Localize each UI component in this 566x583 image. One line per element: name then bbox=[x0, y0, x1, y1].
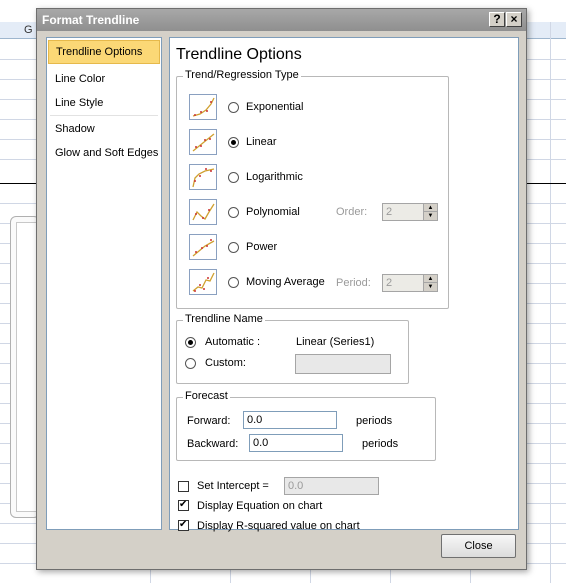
custom-name-input[interactable] bbox=[295, 354, 391, 374]
close-button[interactable]: Close bbox=[441, 534, 516, 558]
logarithmic-label[interactable]: Logarithmic bbox=[246, 171, 303, 183]
options-pane: Trendline Options Trend/Regression Type … bbox=[169, 37, 519, 532]
backward-unit: periods bbox=[362, 438, 399, 450]
polynomial-radio[interactable] bbox=[228, 207, 239, 218]
period-spinner[interactable]: 2 ▲ ▼ bbox=[382, 274, 438, 292]
polynomial-label[interactable]: Polynomial bbox=[246, 206, 300, 218]
exponential-radio[interactable] bbox=[228, 102, 239, 113]
moving-average-trend-icon bbox=[189, 269, 217, 295]
display-rsquared-label[interactable]: Display R-squared value on chart bbox=[197, 520, 360, 532]
polynomial-trend-icon bbox=[189, 199, 217, 225]
power-trend-icon bbox=[189, 234, 217, 260]
moving-average-radio[interactable] bbox=[228, 277, 239, 288]
forecast-legend: Forecast bbox=[183, 390, 230, 402]
automatic-name-radio[interactable] bbox=[185, 337, 196, 348]
dialog-titlebar[interactable]: Format Trendline ? × bbox=[37, 9, 526, 31]
order-label: Order: bbox=[336, 206, 368, 218]
logarithmic-radio[interactable] bbox=[228, 172, 239, 183]
forecast-group: Forecast Forward: 0.0 periods Backward: … bbox=[176, 390, 436, 461]
period-up-icon[interactable]: ▲ bbox=[424, 275, 437, 283]
display-equation-label[interactable]: Display Equation on chart bbox=[197, 500, 322, 512]
order-down-icon[interactable]: ▼ bbox=[424, 212, 437, 220]
nav-separator bbox=[50, 115, 158, 116]
linear-trend-icon bbox=[189, 129, 217, 155]
automatic-name-label[interactable]: Automatic : bbox=[205, 336, 260, 348]
display-rsquared-checkbox[interactable] bbox=[178, 519, 189, 531]
dialog-title: Format Trendline bbox=[42, 13, 140, 27]
format-trendline-dialog: Format Trendline ? × Trendline Options L… bbox=[36, 8, 527, 570]
nav-item-shadow[interactable]: Shadow bbox=[48, 118, 160, 142]
intercept-input[interactable]: 0.0 bbox=[284, 477, 379, 495]
exponential-trend-icon bbox=[189, 94, 217, 120]
trendline-name-legend: Trendline Name bbox=[183, 313, 265, 325]
exponential-label[interactable]: Exponential bbox=[246, 101, 304, 113]
order-value: 2 bbox=[386, 206, 393, 218]
forward-unit: periods bbox=[356, 415, 393, 427]
nav-item-line-color[interactable]: Line Color bbox=[48, 68, 160, 92]
trend-type-legend: Trend/Regression Type bbox=[183, 69, 301, 81]
close-x-button[interactable]: × bbox=[506, 12, 522, 27]
display-equation-checkbox[interactable] bbox=[178, 499, 189, 511]
forward-label: Forward: bbox=[187, 415, 231, 427]
power-radio[interactable] bbox=[228, 242, 239, 253]
nav-item-line-style[interactable]: Line Style bbox=[48, 92, 160, 116]
moving-average-label[interactable]: Moving Average bbox=[246, 276, 325, 288]
trendline-name-group: Trendline Name Automatic : Linear (Serie… bbox=[176, 313, 409, 384]
period-down-icon[interactable]: ▼ bbox=[424, 283, 437, 291]
help-button[interactable]: ? bbox=[489, 12, 505, 27]
set-intercept-checkbox[interactable] bbox=[178, 481, 189, 492]
set-intercept-label[interactable]: Set Intercept = bbox=[197, 480, 269, 492]
column-header-g[interactable]: G bbox=[24, 24, 33, 36]
nav-item-trendline-options[interactable]: Trendline Options bbox=[48, 40, 160, 64]
linear-label[interactable]: Linear bbox=[246, 136, 277, 148]
pane-title: Trendline Options bbox=[176, 46, 302, 63]
backward-input[interactable]: 0.0 bbox=[249, 434, 343, 452]
period-value: 2 bbox=[386, 277, 393, 289]
automatic-name-value: Linear (Series1) bbox=[296, 336, 375, 348]
category-list: Trendline Options Line Color Line Style … bbox=[46, 37, 162, 530]
order-spinner[interactable]: 2 ▲ ▼ bbox=[382, 203, 438, 221]
power-label[interactable]: Power bbox=[246, 241, 277, 253]
backward-label: Backward: bbox=[187, 438, 239, 450]
custom-name-radio[interactable] bbox=[185, 358, 196, 369]
forward-input[interactable]: 0.0 bbox=[243, 411, 337, 429]
linear-radio[interactable] bbox=[228, 137, 239, 148]
custom-name-label[interactable]: Custom: bbox=[205, 357, 246, 369]
order-up-icon[interactable]: ▲ bbox=[424, 204, 437, 212]
period-label: Period: bbox=[336, 277, 371, 289]
nav-item-glow-soft-edges[interactable]: Glow and Soft Edges bbox=[48, 142, 160, 166]
trend-type-group: Trend/Regression Type Exponential Linear… bbox=[176, 69, 449, 309]
logarithmic-trend-icon bbox=[189, 164, 217, 190]
